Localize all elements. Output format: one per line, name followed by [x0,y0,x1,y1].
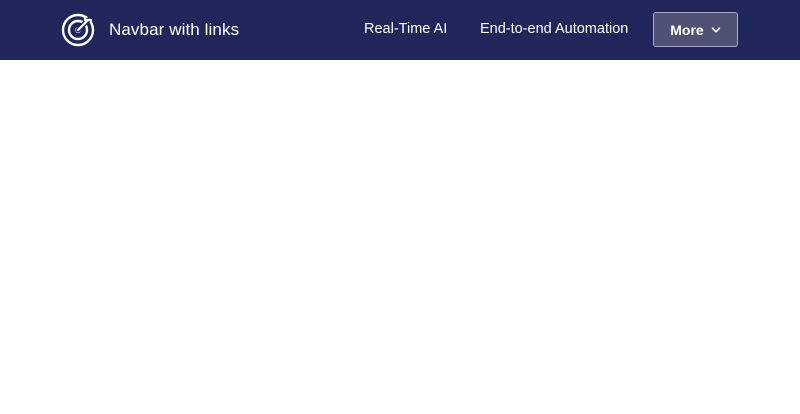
nav-link-real-time-ai[interactable]: Real-Time AI [364,21,447,37]
navbar: Navbar with links Real-Time AI End-to-en… [0,0,800,60]
more-dropdown-button[interactable]: More [653,12,738,47]
more-button-label: More [670,21,704,38]
page-content [0,60,800,414]
chevron-down-icon [711,26,720,33]
nav-link-end-to-end-automation[interactable]: End-to-end Automation [480,21,628,37]
